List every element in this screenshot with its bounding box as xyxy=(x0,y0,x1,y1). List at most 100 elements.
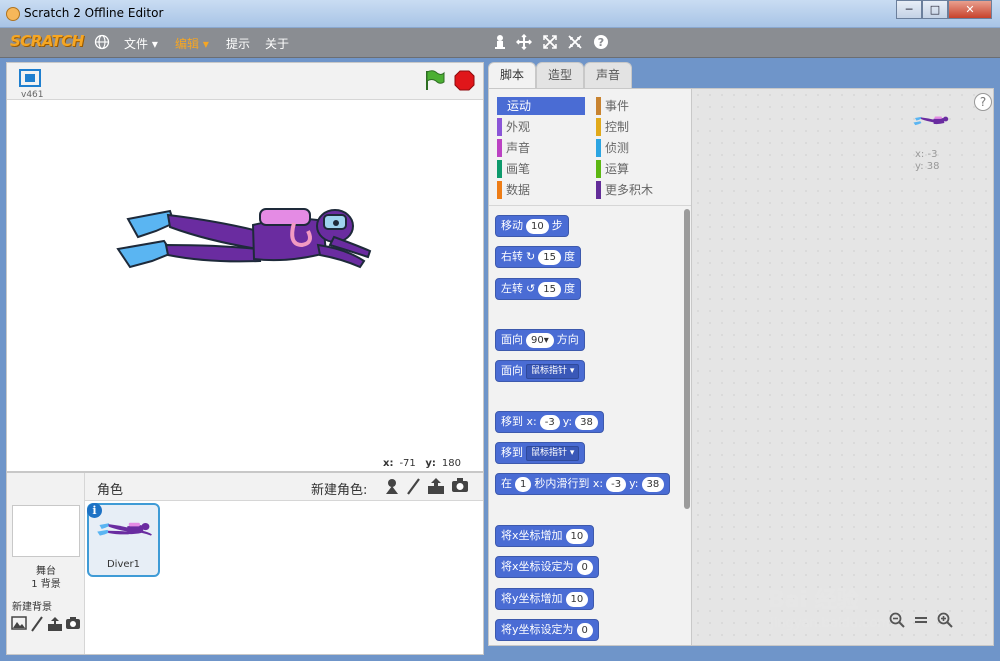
category-label: 画笔 xyxy=(506,162,531,176)
delete-icon[interactable] xyxy=(515,33,533,51)
menu-tips[interactable]: 提示 xyxy=(226,35,250,52)
block-text: 秒内滑行到 x: xyxy=(534,477,604,490)
current-sprite-thumbnail xyxy=(912,115,952,132)
category-sensing[interactable]: 侦测 xyxy=(596,139,684,157)
shrink-icon[interactable] xyxy=(567,34,583,50)
block-text: 面向 xyxy=(501,364,523,377)
maximize-button[interactable]: □ xyxy=(922,0,948,19)
category-color-bar xyxy=(596,97,601,115)
block-set-y[interactable]: 将y坐标设定为 0 xyxy=(495,619,599,641)
block-turn-left[interactable]: 左转 ↺ 15 度 xyxy=(495,278,581,300)
duplicate-icon[interactable] xyxy=(492,34,508,50)
block-point-direction[interactable]: 面向 90▾ 方向 xyxy=(495,329,585,351)
block-set-x[interactable]: 将x坐标设定为 0 xyxy=(495,556,599,578)
block-point-towards[interactable]: 面向 鼠标指针 ▾ xyxy=(495,360,586,382)
blocks-area: 移动 10 步 右转 ↻ 15 度 左转 ↺ 15 度 面向 90▾ 方向 面向… xyxy=(489,206,692,646)
block-text: 将x坐标设定为 xyxy=(501,560,574,573)
category-sound[interactable]: 声音 xyxy=(497,139,585,157)
new-backdrop-label: 新建背景 xyxy=(12,602,52,613)
block-input[interactable]: 10 xyxy=(526,218,549,234)
sprite-card-diver1[interactable]: i Diver1 xyxy=(87,503,160,577)
category-pen[interactable]: 画笔 xyxy=(497,160,585,178)
block-dropdown[interactable]: 鼠标指针 ▾ xyxy=(526,363,580,379)
sprite-name: Diver1 xyxy=(106,559,141,570)
camera-backdrop-icon[interactable] xyxy=(65,616,81,632)
block-input-secs[interactable]: 1 xyxy=(515,476,532,492)
upload-sprite-icon[interactable] xyxy=(427,477,445,495)
block-text: y: xyxy=(629,477,639,490)
diver-sprite[interactable] xyxy=(108,201,378,294)
block-input[interactable]: 10 xyxy=(565,528,589,544)
block-text: 移到 x: xyxy=(501,415,537,428)
category-events[interactable]: 事件 xyxy=(596,97,684,115)
paint-sprite-icon[interactable] xyxy=(405,477,423,495)
upload-backdrop-icon[interactable] xyxy=(47,616,63,632)
category-color-bar xyxy=(497,181,502,199)
category-label: 数据 xyxy=(506,183,531,197)
sprite-library-icon[interactable] xyxy=(383,477,401,495)
sprite-header: 角色 新建角色: xyxy=(85,473,483,501)
category-motion[interactable]: 运动 xyxy=(497,97,585,115)
globe-icon[interactable] xyxy=(94,34,110,50)
stage-thumbnail[interactable] xyxy=(12,505,80,557)
block-change-y[interactable]: 将y坐标增加 10 xyxy=(495,588,595,610)
brush-icon[interactable] xyxy=(29,616,45,632)
category-looks[interactable]: 外观 xyxy=(497,118,585,136)
category-control[interactable]: 控制 xyxy=(596,118,684,136)
block-glide[interactable]: 在 1 秒内滑行到 x: -3 y: 38 xyxy=(495,473,671,495)
fullscreen-icon[interactable] xyxy=(19,69,41,87)
tab-scripts[interactable]: 脚本 xyxy=(488,62,536,89)
block-input[interactable]: 0 xyxy=(576,559,593,575)
stop-icon[interactable] xyxy=(454,70,475,91)
tab-sounds[interactable]: 声音 xyxy=(584,62,632,88)
tab-costumes[interactable]: 造型 xyxy=(536,62,584,88)
help-icon[interactable]: ? xyxy=(974,93,992,111)
menu-about[interactable]: 关于 xyxy=(265,35,289,52)
block-move-steps[interactable]: 移动 10 步 xyxy=(495,215,569,237)
block-input-x[interactable]: -3 xyxy=(539,414,560,430)
category-color-bar xyxy=(497,118,502,136)
paint-backdrop-icon[interactable] xyxy=(11,616,27,632)
block-turn-right[interactable]: 右转 ↻ 15 度 xyxy=(495,246,581,268)
version-label: v461 xyxy=(21,90,44,100)
menu-edit[interactable]: 编辑 ▾ xyxy=(175,35,209,52)
block-text: 步 xyxy=(551,219,563,232)
help-icon[interactable]: ? xyxy=(593,34,609,50)
category-label: 事件 xyxy=(605,99,630,113)
block-dropdown[interactable]: 鼠标指针 ▾ xyxy=(526,445,580,461)
grow-icon[interactable] xyxy=(542,34,558,50)
sprites-title: 角色 xyxy=(97,483,124,498)
scratch-logo[interactable]: SCRATCH xyxy=(10,32,84,50)
menu-file[interactable]: 文件 ▾ xyxy=(124,35,158,52)
block-text: 移动 xyxy=(501,219,523,232)
block-input[interactable]: 15 xyxy=(538,281,561,297)
block-input[interactable]: 10 xyxy=(565,591,589,607)
rotate-left-icon: ↺ xyxy=(526,282,536,295)
block-input-y[interactable]: 38 xyxy=(575,414,598,430)
info-icon[interactable]: i xyxy=(87,503,102,518)
window-title: Scratch 2 Offline Editor xyxy=(24,6,164,20)
category-operators[interactable]: 运算 xyxy=(596,160,684,178)
rotate-right-icon: ↻ xyxy=(526,250,536,263)
category-more-blocks[interactable]: 更多积木 xyxy=(596,181,684,199)
category-color-bar xyxy=(596,139,601,157)
minimize-button[interactable]: ─ xyxy=(896,0,922,19)
close-button[interactable]: ✕ xyxy=(948,0,992,19)
block-change-x[interactable]: 将x坐标增加 10 xyxy=(495,525,595,547)
category-data[interactable]: 数据 xyxy=(497,181,585,199)
stage-header: v461 xyxy=(7,63,483,100)
camera-sprite-icon[interactable] xyxy=(451,477,469,495)
block-goto[interactable]: 移到 鼠标指针 ▾ xyxy=(495,442,586,464)
block-input[interactable]: 0 xyxy=(576,622,593,638)
block-text: 将y坐标设定为 xyxy=(501,623,574,636)
stage-canvas[interactable] xyxy=(8,101,482,455)
block-goto-xy[interactable]: 移到 x: -3 y: 38 xyxy=(495,411,604,433)
block-text: 左转 xyxy=(501,282,523,295)
block-text: y: xyxy=(562,415,573,428)
palette-scrollbar[interactable] xyxy=(684,209,690,509)
green-flag-icon[interactable] xyxy=(423,69,445,91)
block-input-x[interactable]: -3 xyxy=(606,476,627,492)
block-input-y[interactable]: 38 xyxy=(641,476,665,492)
block-input[interactable]: 15 xyxy=(538,249,561,265)
block-input[interactable]: 90▾ xyxy=(526,332,554,348)
